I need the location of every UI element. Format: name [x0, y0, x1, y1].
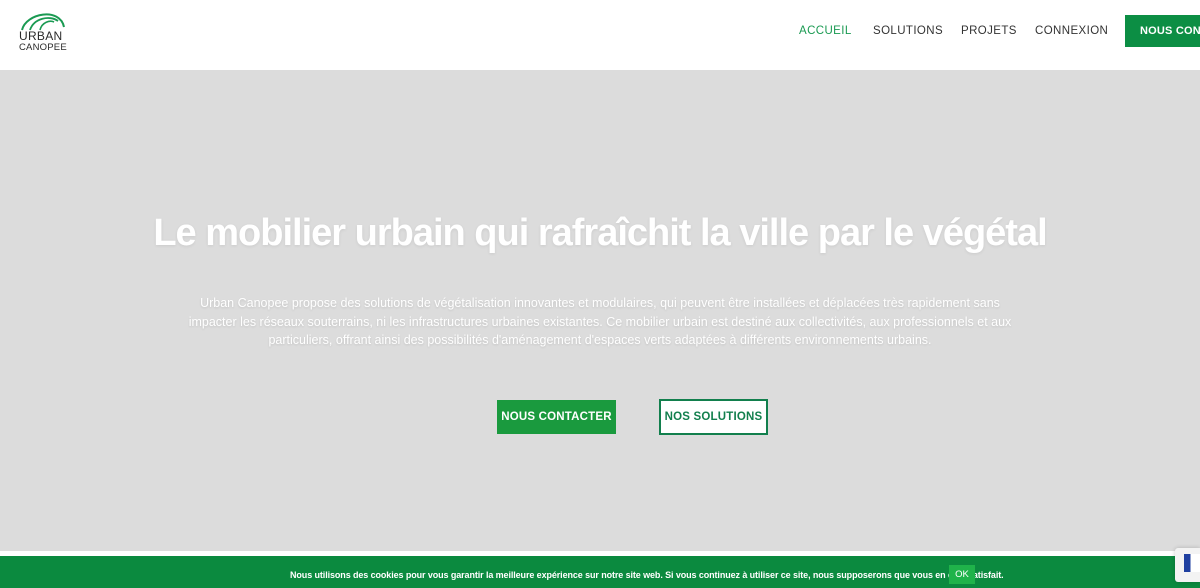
cookie-ok-button[interactable]: OK	[949, 565, 975, 584]
brand-logo[interactable]: URBAN CANOPEE	[18, 9, 70, 57]
nav-contact-button[interactable]: NOUS CONTACTER	[1125, 15, 1200, 47]
language-widget[interactable]	[1175, 548, 1200, 582]
cookie-banner: Nous utilisons des cookies pour vous gar…	[0, 556, 1200, 588]
canopy-arc-icon	[21, 13, 65, 31]
hero-title: Le mobilier urbain qui rafraîchit la vil…	[153, 212, 1047, 254]
brand-name-line1: URBAN	[19, 29, 63, 43]
nav-contact-label: NOUS CONTACTER	[1140, 25, 1200, 37]
flag-icon	[1184, 554, 1200, 572]
nav-item-solutions[interactable]: SOLUTIONS	[873, 25, 943, 37]
hero-description: Urban Canopee propose des solutions de v…	[188, 296, 1012, 347]
hero-solutions-button[interactable]: NOS SOLUTIONS	[659, 399, 768, 435]
hero-section: Le mobilier urbain qui rafraîchit la vil…	[0, 70, 1200, 551]
hero-contact-button[interactable]: NOUS CONTACTER	[497, 400, 616, 434]
cookie-message: Nous utilisons des cookies pour vous gar…	[290, 570, 1004, 580]
site-header: URBAN CANOPEE ACCUEIL SOLUTIONS PROJETS …	[0, 0, 1200, 70]
nav-item-accueil[interactable]: ACCUEIL	[799, 25, 852, 37]
brand-name-line2: CANOPEE	[19, 42, 67, 53]
nav-item-connexion[interactable]: CONNEXION	[1035, 25, 1108, 37]
nav-item-projets[interactable]: PROJETS	[961, 25, 1017, 37]
